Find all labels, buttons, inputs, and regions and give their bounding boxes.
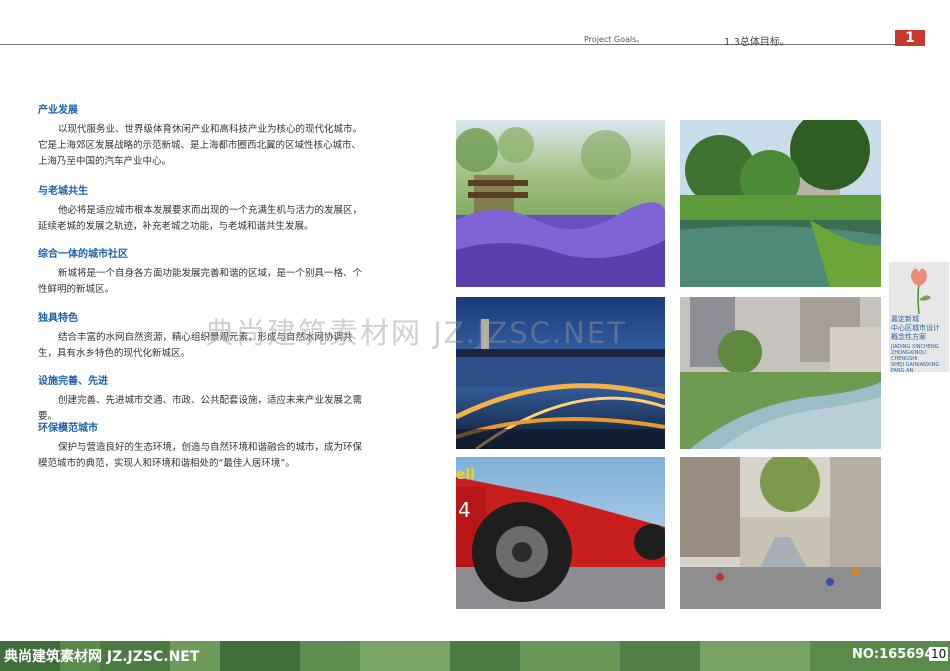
project-card-title: 嘉定新城 中心区城市设计 概念性方案 (891, 315, 940, 341)
project-card-pinyin: JIADING XINCHENG ZHONGXINQU CHENGSHI SHE… (891, 344, 940, 374)
watermark: 典尚建筑素材网 JZ.JZSC.NET (205, 316, 627, 350)
section-body: 保护与营造良好的生态环境，创造与自然环境和谐融合的城市，成为环保模范城市的典范，… (38, 442, 363, 469)
section-old-town: 与老城共生 他必将是适应城市根本发展要求而出现的一个充满生机与活力的发展区，延续… (38, 182, 363, 235)
header-chinese-title: 1.3总体目标。 (724, 37, 790, 48)
section-title: 环保模范城市 (38, 423, 98, 434)
footer-number: NO:165694 (852, 647, 934, 662)
plaza-canal-photo (680, 297, 881, 449)
section-body: 他必将是适应城市根本发展要求而出现的一个充满生机与活力的发展区，延续老城的发展之… (38, 205, 363, 232)
section-body: 以现代服务业、世界级体育休闲产业和高科技产业为核心的现代化城市。它是上海郊区发展… (38, 124, 363, 167)
header-english-title: Project Goals。 (584, 35, 645, 44)
section-title: 设施完善、先进 (38, 376, 108, 387)
section-eco-city: 环保模范城市 保护与营造良好的生态环境，创造与自然环境和谐融合的城市，成为环保模… (38, 419, 363, 472)
section-community: 综合一体的城市社区 新城将是一个自身各方面功能发展完善和谐的区域，是一个别具一格… (38, 245, 363, 298)
footer-site-name: 典尚建筑素材网 JZ.JZSC.NET (4, 649, 200, 665)
park-lake-photo (680, 120, 881, 287)
section-body: 新城将是一个自身各方面功能发展完善和谐的区域，是一个别具一格、个性鲜明的新城区。 (38, 268, 363, 295)
shopping-street-photo (680, 457, 881, 609)
car-sponsor: ell (456, 467, 475, 483)
lavender-bench-photo (456, 120, 665, 287)
page-number: 10 (929, 647, 949, 661)
section-title: 与老城共生 (38, 186, 88, 197)
car-number: 4 (458, 498, 471, 522)
section-industry: 产业发展 以现代服务业、世界级体育休闲产业和高科技产业为核心的现代化城市。它是上… (38, 101, 363, 170)
race-car-photo: 4 ell (456, 457, 665, 609)
chapter-badge: 1 (895, 30, 925, 46)
section-facilities: 设施完善、先进 创建完善、先进城市交通、市政、公共配套设施，适应未来产业发展之需… (38, 372, 363, 425)
section-title: 产业发展 (38, 105, 78, 116)
tulip-icon (911, 268, 931, 315)
section-title: 综合一体的城市社区 (38, 249, 128, 260)
